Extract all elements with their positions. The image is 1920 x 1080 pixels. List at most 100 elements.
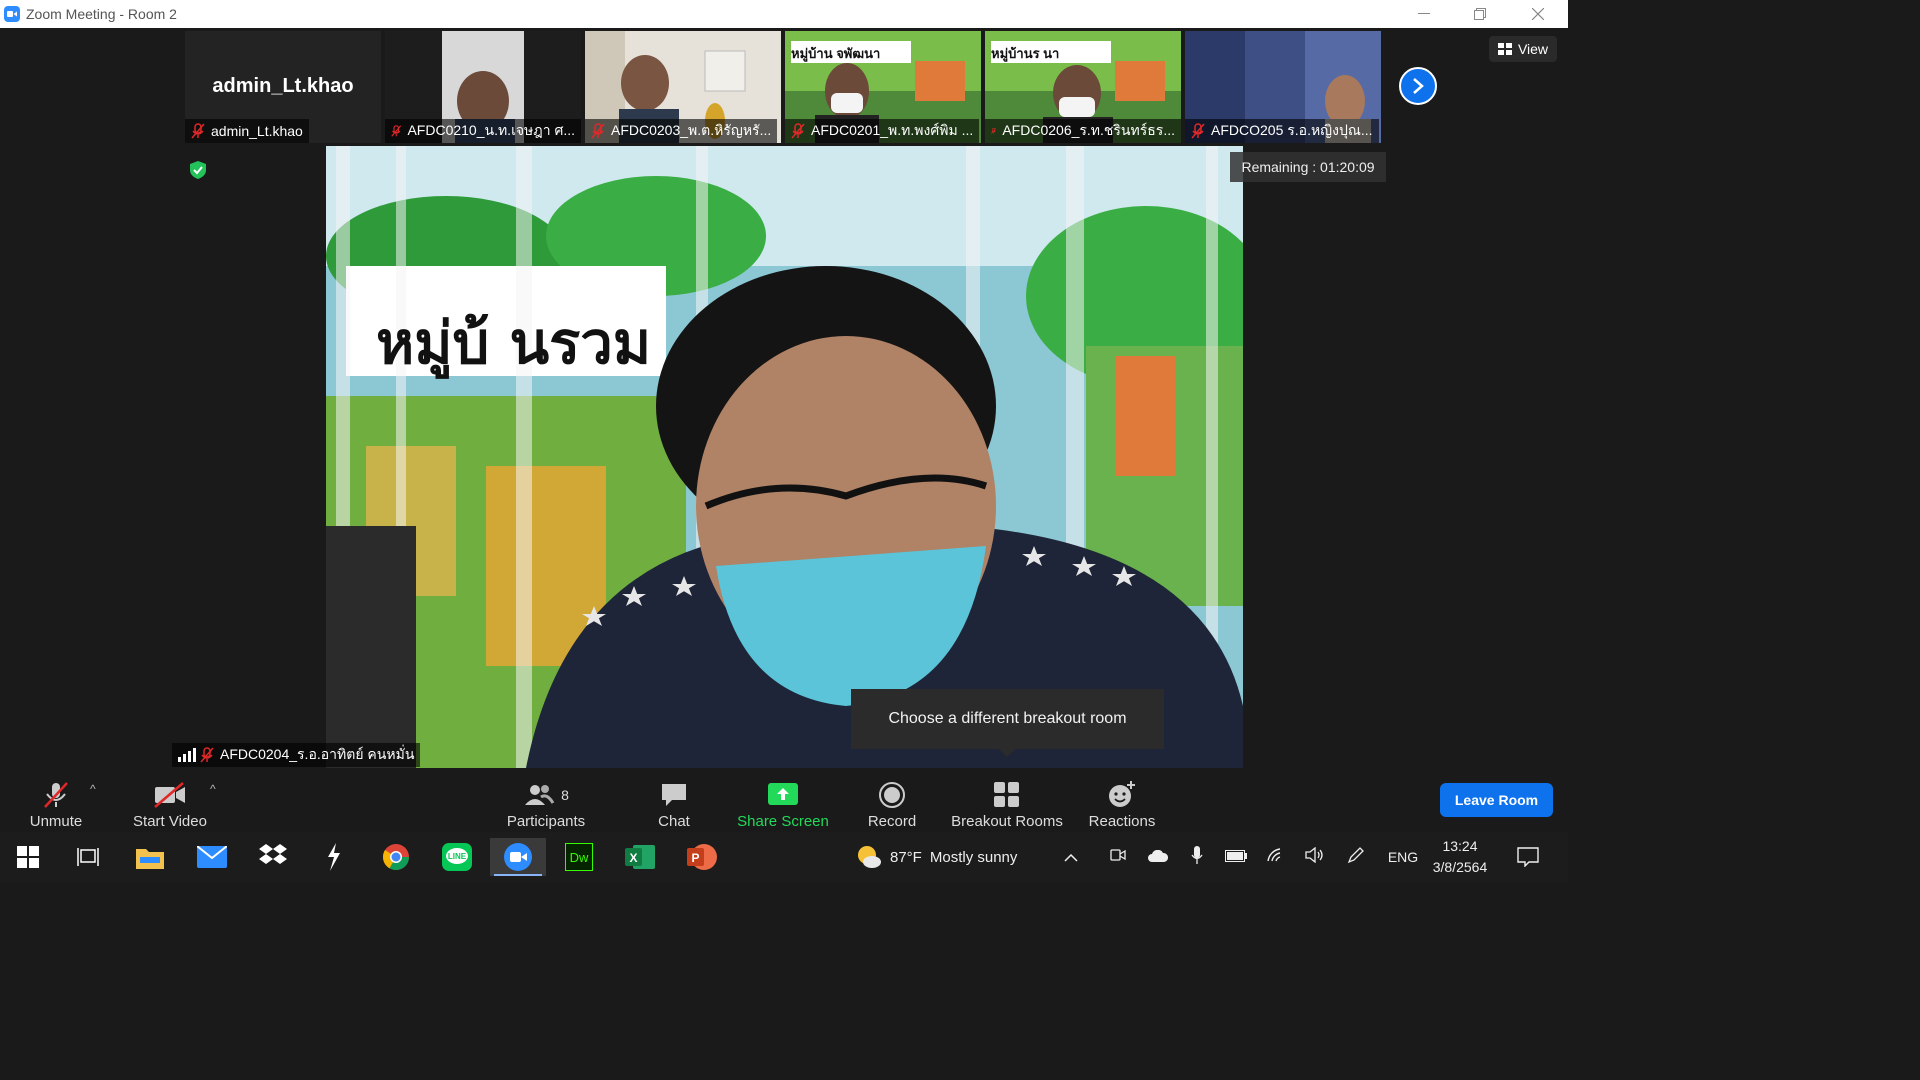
breakout-rooms-button[interactable]: Breakout Rooms	[946, 774, 1068, 830]
clock-date: 3/8/2564	[1432, 859, 1488, 875]
start-button[interactable]	[8, 838, 48, 876]
notification-center-icon	[1517, 847, 1539, 867]
tile-caption: AFDCO205 ร.อ.หญิงปุณ...	[1185, 119, 1379, 143]
tile-caption-text: admin_Lt.khao	[211, 123, 303, 139]
participants-count: 8	[561, 787, 569, 803]
tile-caption: AFDC0210_น.ท.เจษฎา ศ...	[385, 119, 581, 143]
taskbar-clock[interactable]: 13:24 3/8/2564	[1420, 836, 1500, 878]
share-screen-label: Share Screen	[737, 813, 829, 830]
view-button-label: View	[1517, 41, 1549, 57]
microphone-tray-icon[interactable]	[1178, 846, 1216, 868]
mic-muted-icon	[1191, 123, 1205, 139]
reactions-smiley-icon	[1109, 781, 1135, 807]
share-screen-button[interactable]: Share Screen	[736, 774, 830, 830]
unmute-label: Unmute	[29, 813, 83, 830]
minimize-button[interactable]	[1396, 0, 1452, 28]
reactions-button[interactable]: Reactions	[1086, 774, 1158, 830]
tile-caption: AFDC0206_ร.ท.ชรินทร์ธร...	[985, 119, 1181, 143]
task-view-icon	[77, 848, 99, 866]
record-label: Record	[867, 813, 917, 830]
participant-tile[interactable]: หมู่บ้านร นา AFDC0206_ร.ท.ชรินทร์ธร...	[985, 31, 1181, 143]
powerpoint-taskbar-icon[interactable]: P	[682, 838, 722, 876]
pen-ink-icon[interactable]	[1334, 846, 1378, 868]
breakout-room-tooltip: Choose a different breakout room	[851, 689, 1164, 757]
meeting-toolbar: Unmute ^ Start Video ^ 8 Participants Ch…	[0, 768, 1568, 832]
meet-now-icon[interactable]	[1098, 847, 1138, 867]
tile-caption: admin_Lt.khao	[185, 119, 309, 143]
mic-muted-icon	[191, 123, 205, 139]
participant-tile[interactable]: AFDC0203_พ.ต.หิรัญหรั...	[585, 31, 781, 143]
tile-banner-text: หมู่บ้าน จพัฒนา	[791, 46, 881, 61]
clock-time: 13:24	[1442, 838, 1478, 854]
active-speaker-label: AFDC0204_ร.อ.อาทิตย์ คนหมั่น	[172, 743, 421, 767]
view-button[interactable]: View	[1489, 36, 1557, 62]
svg-text:P: P	[691, 851, 699, 865]
security-shield-icon[interactable]	[188, 160, 208, 180]
file-explorer-taskbar-icon[interactable]	[130, 838, 170, 876]
zoom-taskbar-icon[interactable]	[490, 838, 546, 876]
tile-caption: AFDC0201_พ.ท.พงศ์พิม ...	[785, 119, 980, 143]
tile-caption-text: AFDC0201_พ.ท.พงศ์พิม ...	[811, 122, 974, 138]
dreamweaver-taskbar-icon[interactable]: Dw	[559, 838, 599, 876]
participants-button[interactable]: 8 Participants	[500, 774, 592, 830]
battery-icon[interactable]	[1216, 849, 1256, 866]
weather-temperature: 87°F	[890, 848, 922, 866]
speaker-video-frame	[326, 146, 1243, 768]
mic-off-icon	[44, 782, 68, 808]
partly-sunny-icon	[858, 846, 881, 868]
svg-text:LINE: LINE	[448, 852, 467, 861]
participant-tile[interactable]: AFDCO205 ร.อ.หญิงปุณ...	[1185, 31, 1381, 143]
show-hidden-icons-chevron-icon[interactable]	[1060, 849, 1082, 866]
mic-muted-icon	[200, 747, 214, 763]
weather-widget[interactable]: 87°F Mostly sunny	[856, 832, 1017, 882]
participant-tile-self[interactable]: admin_Lt.khao admin_Lt.khao	[185, 31, 381, 143]
weather-condition: Mostly sunny	[929, 848, 1018, 866]
video-options-caret-icon[interactable]: ^	[210, 782, 216, 796]
onedrive-cloud-icon[interactable]	[1138, 849, 1178, 866]
next-page-arrow-button[interactable]	[1399, 67, 1437, 105]
task-view-button[interactable]	[68, 838, 108, 876]
participant-tile[interactable]: AFDC0210_น.ท.เจษฎา ศ...	[385, 31, 581, 143]
volume-icon[interactable]	[1296, 846, 1334, 867]
system-tray: ENG	[1060, 832, 1428, 882]
tile-caption-text: AFDCO205 ร.อ.หญิงปุณ...	[1211, 122, 1373, 138]
notifications-button[interactable]	[1510, 832, 1546, 882]
zoom-app-icon	[4, 6, 20, 22]
participants-label: Participants	[506, 813, 586, 830]
close-button[interactable]	[1510, 0, 1566, 28]
tile-caption: AFDC0203_พ.ต.หิรัญหรั...	[585, 119, 778, 143]
participant-tile[interactable]: หมู่บ้าน จพัฒนา AFDC0201_พ.ท.พงศ์พิม ...	[785, 31, 981, 143]
unmute-button[interactable]: Unmute	[22, 774, 90, 830]
signal-strength-icon	[178, 748, 196, 762]
app-taskbar-icon[interactable]	[314, 838, 354, 876]
svg-text:Dw: Dw	[570, 850, 589, 865]
mail-taskbar-icon[interactable]	[192, 838, 232, 876]
participants-icon	[525, 785, 555, 805]
svg-text:X: X	[629, 851, 637, 865]
start-video-button[interactable]: Start Video	[128, 774, 212, 830]
dropbox-taskbar-icon[interactable]	[253, 838, 293, 876]
active-speaker-video: หมู่บ้ นรวม	[326, 146, 1243, 768]
mic-muted-icon	[591, 123, 605, 139]
wifi-icon[interactable]	[1256, 847, 1296, 867]
leave-room-button[interactable]: Leave Room	[1440, 783, 1553, 817]
self-display-name: admin_Lt.khao	[212, 75, 354, 97]
remaining-time-label: Remaining : 01:20:09	[1230, 152, 1386, 182]
windows-logo-icon	[17, 846, 39, 868]
excel-taskbar-icon[interactable]: X	[620, 838, 660, 876]
chat-button[interactable]: Chat	[650, 774, 698, 830]
tile-caption-text: AFDC0210_น.ท.เจษฎา ศ...	[407, 122, 575, 138]
mic-muted-icon	[391, 125, 402, 137]
chevron-right-icon	[1413, 78, 1424, 94]
share-screen-icon	[768, 783, 798, 805]
mic-muted-icon	[991, 128, 997, 134]
chrome-taskbar-icon[interactable]	[376, 838, 416, 876]
chat-icon	[662, 784, 686, 806]
breakout-rooms-icon	[994, 782, 1019, 807]
line-taskbar-icon[interactable]: LINE	[437, 838, 477, 876]
audio-options-caret-icon[interactable]: ^	[90, 782, 96, 796]
chat-label: Chat	[658, 813, 690, 830]
restore-button[interactable]	[1452, 0, 1508, 28]
record-button[interactable]: Record	[862, 774, 922, 830]
reactions-label: Reactions	[1088, 813, 1156, 830]
